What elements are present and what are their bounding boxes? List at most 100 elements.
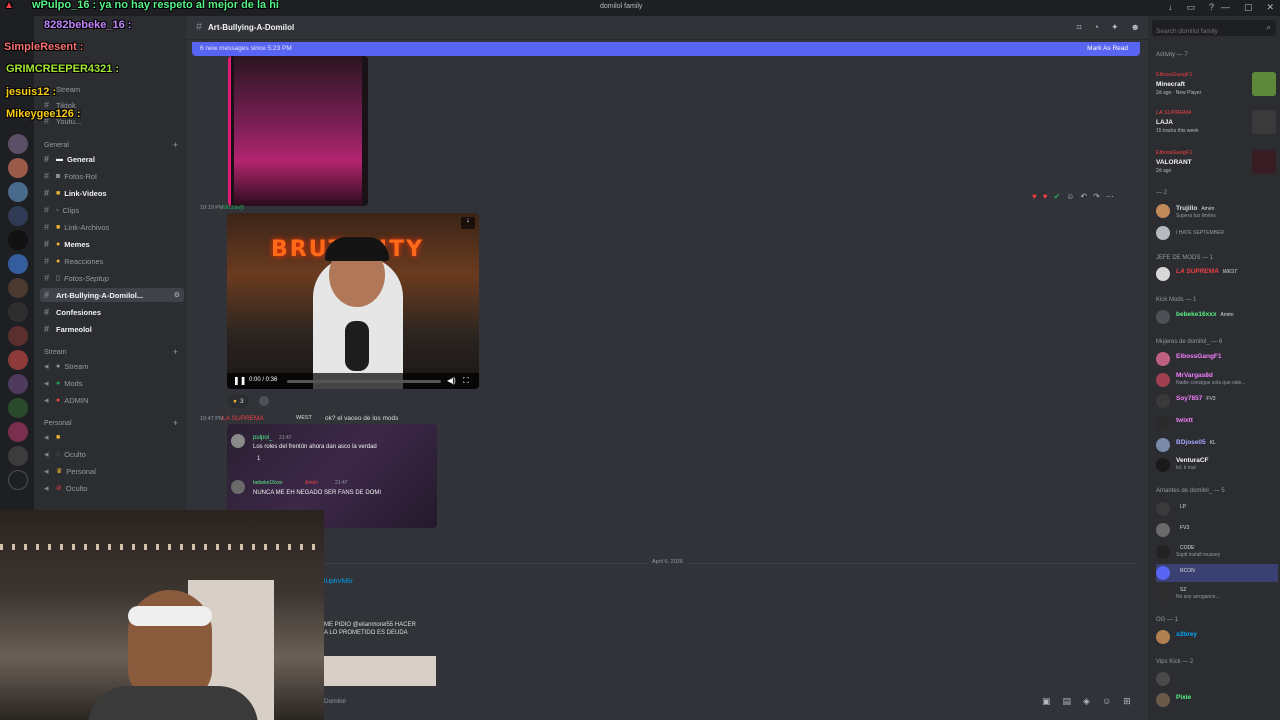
server-icon[interactable] (8, 302, 28, 322)
add-reaction-icon[interactable] (259, 396, 269, 406)
reaction-pill[interactable]: ● 3 (228, 394, 249, 408)
message-author[interactable]: LA SUPREMA (222, 415, 264, 422)
member-item[interactable]: LP (1156, 500, 1278, 518)
voice-channel-personal[interactable]: ◂ ♛ Personal (40, 464, 184, 478)
member-item[interactable] (1156, 670, 1278, 688)
threads-icon[interactable]: ⌗ (1076, 22, 1081, 33)
activity-card[interactable]: ElbossGangF1 VALORANT 2d ago (1156, 150, 1276, 178)
server-icon[interactable] (8, 350, 28, 370)
category-personal[interactable]: Personal (44, 420, 72, 427)
server-icon[interactable] (8, 398, 28, 418)
gift-icon[interactable]: ▣ (1042, 696, 1051, 707)
members-icon[interactable]: ☻ (1131, 22, 1140, 33)
activity-card[interactable]: LA SUPREMA LAJA 15 tracks this week (1156, 110, 1276, 138)
composer-placeholder[interactable]: Domilol (324, 698, 346, 705)
pin-icon[interactable]: ✦ (1111, 22, 1119, 33)
channel-link-videos[interactable]: # ■ Link-Videos (40, 186, 184, 200)
member-item[interactable]: MrVargas8d Nadie consigue sola que vale..… (1156, 371, 1278, 389)
server-icon[interactable] (8, 230, 28, 250)
server-icon[interactable] (8, 374, 28, 394)
activity-card[interactable]: ElbossGangF1 Minecraft 2d ago · New Play… (1156, 72, 1276, 100)
search-box[interactable]: ⌕ (1152, 20, 1276, 40)
server-icon[interactable] (8, 446, 28, 466)
add-channel-icon[interactable]: + (173, 140, 178, 150)
add-channel-icon[interactable]: + (173, 418, 178, 428)
channel-art-bullying-active[interactable]: # Art-Bullying-A-Domilol... ⚙ (40, 288, 184, 302)
new-messages-bar[interactable]: 6 new messages since 5:23 PM Mark As Rea… (192, 42, 1140, 56)
video-progress[interactable] (287, 380, 441, 383)
member-item[interactable]: CODE Sapit install mussey (1156, 543, 1278, 561)
channel-confesiones[interactable]: # Confesiones (40, 305, 184, 319)
channel-general[interactable]: # ▬ General (40, 152, 184, 166)
voice-channel-mods[interactable]: ◂ ● Mods (40, 376, 184, 390)
reaction-icon[interactable]: ♥ (1032, 192, 1037, 201)
search-input[interactable] (1152, 23, 1262, 40)
check-icon[interactable]: ✔ (1054, 192, 1061, 201)
voice-channel-personal-1[interactable]: ◂ ■ (40, 430, 184, 444)
bell-icon[interactable]: ◔ (1094, 22, 1099, 33)
voice-channel-oculto-2[interactable]: ◂ ⊘ Oculto (40, 481, 184, 495)
minimize-button[interactable]: — (1221, 2, 1230, 13)
channel-farmeolol[interactable]: # Farmeolol (40, 322, 184, 336)
add-reaction-icon[interactable]: ☺ (1066, 192, 1074, 201)
member-item[interactable]: twixtt (1156, 414, 1278, 432)
member-item[interactable]: I HATE SEPTEMBER (1156, 224, 1278, 242)
server-icon[interactable] (8, 470, 28, 490)
category-stream[interactable]: Stream (44, 349, 67, 356)
member-item[interactable]: RCON (1156, 564, 1278, 582)
inbox-icon[interactable]: ▭ (1186, 2, 1195, 13)
member-item[interactable]: Pixie (1156, 691, 1278, 709)
close-button[interactable]: ✕ (1266, 2, 1274, 13)
member-item[interactable]: FV3 (1156, 521, 1278, 539)
help-icon[interactable]: ? (1209, 2, 1214, 13)
member-item[interactable]: Soy7857 FV3 (1156, 392, 1278, 410)
channel-memes[interactable]: # ● Memes (40, 237, 184, 251)
pause-icon[interactable]: ❚❚ (233, 376, 246, 385)
member-item[interactable]: VenturaCF lol, k mal (1156, 456, 1278, 474)
volume-icon[interactable]: ◀) (447, 376, 456, 385)
member-item[interactable]: Trujillo Amén Supera tus limites (1156, 202, 1278, 220)
server-icon[interactable] (8, 182, 28, 202)
fullscreen-icon[interactable]: ⛶ (463, 376, 469, 386)
add-channel-icon[interactable]: + (173, 347, 178, 357)
server-icon[interactable] (8, 326, 28, 346)
server-icon[interactable] (8, 254, 28, 274)
maximize-button[interactable]: ▢ (1244, 2, 1253, 13)
server-icon[interactable] (8, 158, 28, 178)
server-icon[interactable] (8, 422, 28, 442)
member-item[interactable]: BDjose05 KL (1156, 436, 1278, 454)
message-link[interactable]: lUphVM5/ (324, 578, 353, 585)
voice-channel-oculto[interactable]: ◂ ◌ Oculto (40, 447, 184, 461)
image-attachment[interactable] (324, 656, 436, 686)
more-icon[interactable]: ⋯ (1106, 192, 1114, 201)
video-player[interactable]: BRUTALITY ↓ ❚❚ 0:00 / 0:36 ◀) ⛶ (227, 213, 479, 389)
download-icon[interactable]: ↓ (461, 217, 475, 229)
gif-icon[interactable]: ▤ (1063, 696, 1072, 707)
apps-icon[interactable]: ⊞ (1123, 696, 1131, 707)
channel-clips[interactable]: # ▫ Clips (40, 203, 184, 217)
channel-fotos-rol[interactable]: # ◙ Fotos-Rol (40, 169, 184, 183)
member-item[interactable]: x2brey (1156, 628, 1278, 646)
image-attachment[interactable] (228, 56, 368, 206)
member-item[interactable]: bebeke16xxx Amén (1156, 308, 1278, 326)
channel-stream-partial[interactable]: ◂ Stream (40, 82, 184, 96)
mark-as-read-button[interactable]: Mark As Read (1087, 45, 1128, 52)
member-item[interactable]: SZ No soy arrogance... (1156, 585, 1278, 603)
channel-link-archivos[interactable]: # ■ Link-Archivos (40, 220, 184, 234)
heart-icon[interactable]: ♥ (1043, 192, 1048, 201)
member-item[interactable]: LA SUPREMA WEST (1156, 265, 1278, 283)
update-icon[interactable]: ↓ (1168, 2, 1173, 13)
sticker-icon[interactable]: ◈ (1083, 696, 1090, 707)
server-icon[interactable] (8, 206, 28, 226)
voice-channel-admin[interactable]: ◂ ● ADMIN (40, 393, 184, 407)
category-general[interactable]: General (44, 142, 69, 149)
message-author[interactable]: lolcravjt (222, 204, 244, 211)
member-item[interactable]: ElbossGangF1 (1156, 350, 1278, 368)
server-icon[interactable] (8, 134, 28, 154)
voice-channel-stream[interactable]: ◂ ● Stream (40, 359, 184, 373)
channel-fotos-septup[interactable]: # ▯ Fotos-Septup (40, 271, 184, 285)
forward-icon[interactable]: ↷ (1093, 192, 1100, 201)
channel-reacciones[interactable]: # ● Reacciones (40, 254, 184, 268)
emoji-icon[interactable]: ☺ (1102, 696, 1111, 707)
reply-icon[interactable]: ↶ (1080, 192, 1087, 201)
